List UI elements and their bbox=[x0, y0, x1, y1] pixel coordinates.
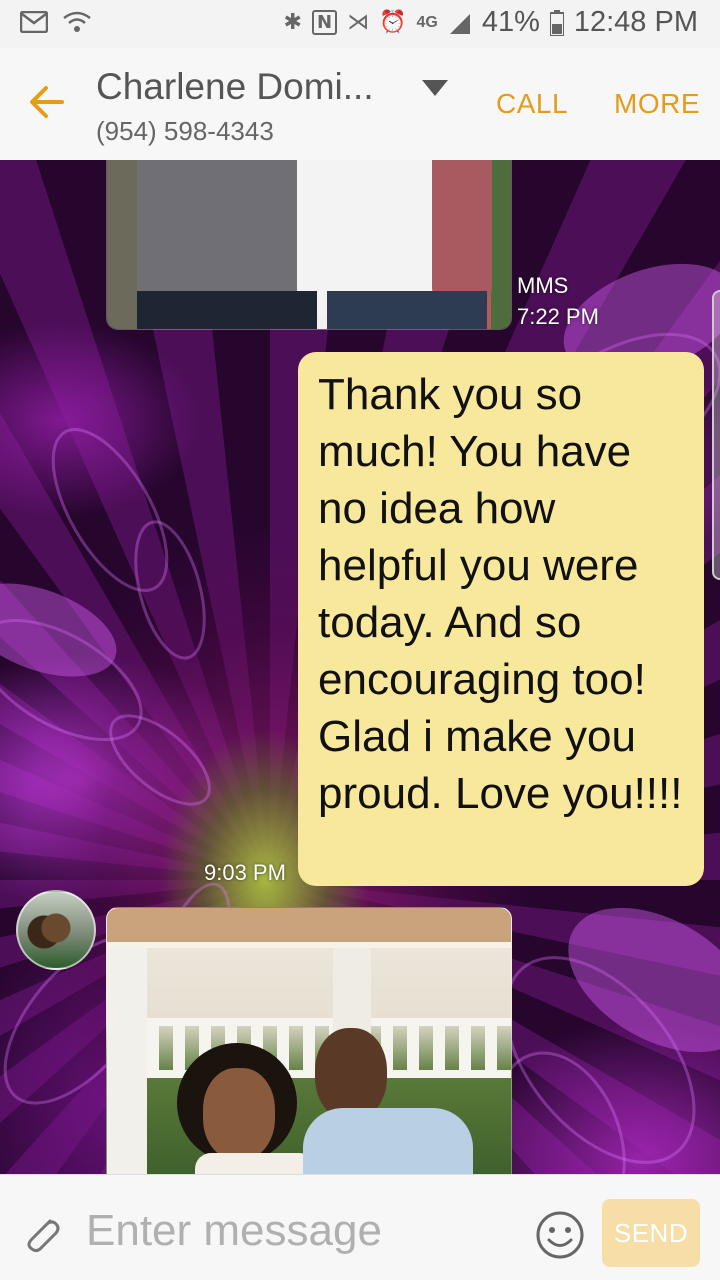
status-bar: ✱ N ⋊ ⏰ 4G 41% 12:48 PM bbox=[0, 0, 720, 48]
wifi-icon bbox=[63, 11, 91, 32]
message-meta: MMS 7:22 PM bbox=[517, 270, 599, 332]
message-time: 7:22 PM bbox=[517, 304, 599, 329]
message-input[interactable] bbox=[86, 1203, 516, 1259]
bluetooth-icon: ✱ bbox=[283, 10, 302, 35]
battery-percent: 41% bbox=[481, 6, 540, 38]
avatar[interactable] bbox=[16, 890, 96, 970]
contact-name[interactable]: Charlene Domi... bbox=[96, 66, 396, 108]
alarm-icon: ⏰ bbox=[379, 10, 407, 35]
send-button[interactable]: SEND bbox=[602, 1199, 700, 1267]
message-time: 9:03 PM bbox=[204, 860, 286, 885]
status-time: 12:48 PM bbox=[573, 6, 698, 38]
mms-image-1[interactable] bbox=[106, 160, 512, 330]
scrollbar[interactable] bbox=[712, 290, 720, 580]
chevron-down-icon[interactable] bbox=[420, 76, 450, 100]
conversation-header: Charlene Domi... (954) 598-4343 CALL MOR… bbox=[0, 48, 720, 160]
signal-icon bbox=[449, 13, 470, 34]
more-button[interactable]: MORE bbox=[614, 88, 700, 120]
sent-message-bubble[interactable]: Thank you so much! You have no idea how … bbox=[298, 352, 704, 886]
battery-icon bbox=[549, 9, 564, 36]
emoji-icon[interactable] bbox=[534, 1209, 586, 1261]
paperclip-icon[interactable] bbox=[20, 1211, 64, 1255]
back-arrow-icon[interactable] bbox=[24, 78, 72, 126]
contact-phone: (954) 598-4343 bbox=[96, 116, 274, 146]
call-button[interactable]: CALL bbox=[496, 88, 568, 120]
message-list[interactable]: MMS 7:22 PM Thank you so much! You have … bbox=[0, 160, 720, 1174]
gmail-icon bbox=[20, 11, 48, 33]
nfc-icon: N bbox=[311, 10, 338, 35]
mms-image-2[interactable] bbox=[106, 907, 512, 1174]
network-type: 4G bbox=[416, 13, 438, 31]
mute-icon: ⋊ bbox=[347, 10, 370, 35]
mms-label: MMS bbox=[517, 273, 569, 298]
message-text: Thank you so much! You have no idea how … bbox=[318, 370, 683, 818]
message-composer: SEND bbox=[0, 1174, 720, 1280]
